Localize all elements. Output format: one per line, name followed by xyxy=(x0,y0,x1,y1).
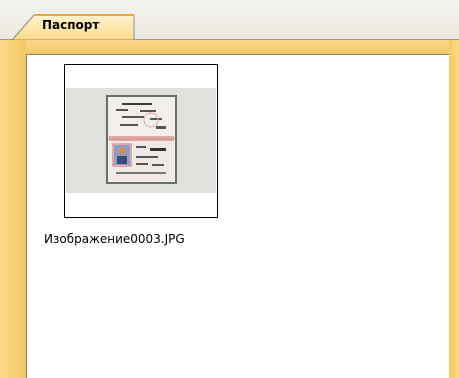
panel-frame-left xyxy=(0,40,26,378)
file-name-label[interactable]: Изображение0003.JPG xyxy=(44,232,244,246)
window: Паспорт Изображение0003.JPG xyxy=(0,0,459,378)
panel-frame-top xyxy=(0,40,459,54)
tab-label: Паспорт xyxy=(42,18,100,32)
passport-photo-thumbnail-icon xyxy=(66,88,216,193)
panel-frame-right xyxy=(449,40,459,378)
file-item-thumbnail[interactable] xyxy=(64,64,218,218)
